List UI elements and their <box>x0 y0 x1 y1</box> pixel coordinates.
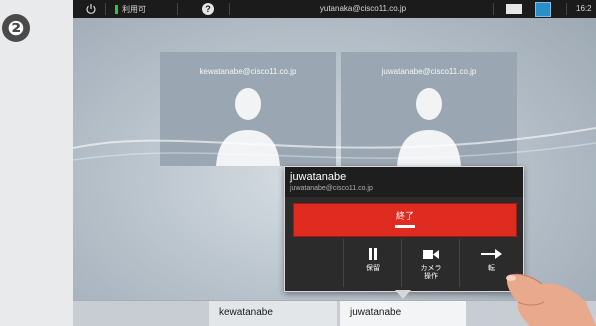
selfview-icon[interactable] <box>506 4 522 14</box>
clock: 16:2 <box>576 4 592 13</box>
status-divider <box>229 3 230 15</box>
status-divider <box>493 3 494 15</box>
end-call-icon <box>395 225 415 228</box>
status-divider <box>566 3 567 15</box>
hold-label: 保留 <box>366 265 380 272</box>
camera-control-button[interactable]: カメラ 操作 <box>401 239 460 287</box>
call-controls: 保留 カメラ 操作 転 <box>285 239 523 287</box>
layout-icon[interactable] <box>535 2 551 17</box>
camera-control-label: カメラ 操作 <box>402 265 460 281</box>
participant-tab-kewatanabe[interactable]: kewatanabe <box>209 301 337 326</box>
device-screen: 利用可 ? yutanaka@cisco11.co.jp 16:2 kewata… <box>73 0 596 326</box>
participant-address: kewatanabe@cisco11.co.jp <box>199 67 297 76</box>
status-divider <box>177 3 178 15</box>
account-label: yutanaka@cisco11.co.jp <box>319 4 407 13</box>
power-icon[interactable] <box>85 3 97 15</box>
participant-address: juwatanabe@cisco11.co.jp <box>381 67 477 76</box>
pointing-hand-icon <box>506 273 596 326</box>
help-icon[interactable]: ? <box>202 3 214 15</box>
end-call-label: 終了 <box>395 211 414 221</box>
availability-indicator-icon <box>115 4 118 14</box>
camera-label-line-1: カメラ <box>420 265 442 272</box>
status-divider <box>105 3 106 15</box>
popup-pointer <box>395 290 411 299</box>
hold-button[interactable]: 保留 <box>343 239 402 287</box>
camera-icon <box>402 247 460 265</box>
availability-status[interactable]: 利用可 <box>115 4 146 14</box>
pause-icon <box>344 247 402 265</box>
blank-control <box>285 239 343 287</box>
availability-label: 利用可 <box>122 4 146 14</box>
status-bar: 利用可 ? yutanaka@cisco11.co.jp 16:2 <box>73 0 596 18</box>
call-control-popup: juwatanabe juwatanabe@cisco11.co.jp 終了 保… <box>284 166 524 292</box>
end-call-button[interactable]: 終了 <box>293 203 517 237</box>
caller-address: juwatanabe@cisco11.co.jp <box>290 185 373 192</box>
camera-label-line-2: 操作 <box>424 273 438 280</box>
participant-tab-juwatanabe[interactable]: juwatanabe <box>340 301 466 326</box>
caller-name: juwatanabe <box>290 171 347 183</box>
popup-header: juwatanabe juwatanabe@cisco11.co.jp <box>285 167 523 197</box>
step-number-badge: ❷ <box>2 14 30 42</box>
